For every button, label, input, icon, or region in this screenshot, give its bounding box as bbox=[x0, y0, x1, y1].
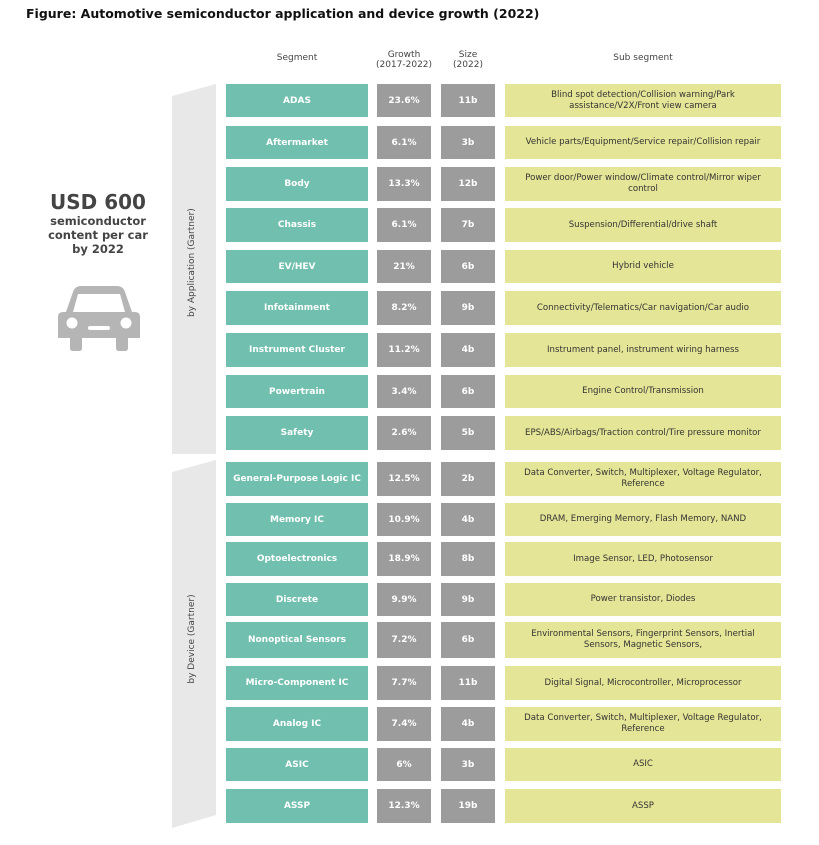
table-row: Chassis 6.1% 7b Suspension/Differential/dri… bbox=[0, 208, 819, 242]
subsegment-cell: Power transistor, Diodes bbox=[505, 583, 781, 616]
size-cell: 4b bbox=[441, 503, 495, 536]
growth-cell: 12.5% bbox=[377, 462, 431, 496]
growth-cell: 6.1% bbox=[377, 126, 431, 159]
table-row: Nonoptical Sensors 7.2% 6b Environmental Se… bbox=[0, 622, 819, 658]
size-cell: 11b bbox=[441, 666, 495, 700]
table-row: Infotainment 8.2% 9b Connectivity/Telematic… bbox=[0, 291, 819, 325]
size-cell: 9b bbox=[441, 291, 495, 325]
subsegment-cell: Engine Control/Transmission bbox=[505, 375, 781, 408]
segment-cell: General-Purpose Logic IC bbox=[226, 462, 368, 496]
table-row: Body 13.3% 12b Power door/Power window/Clim… bbox=[0, 167, 819, 201]
size-cell: 4b bbox=[441, 707, 495, 741]
growth-cell: 3.4% bbox=[377, 375, 431, 408]
segment-cell: EV/HEV bbox=[226, 250, 368, 283]
header-segment: Segment bbox=[276, 53, 318, 63]
segment-cell: Nonoptical Sensors bbox=[226, 622, 368, 658]
header-size: Size (2022) bbox=[441, 50, 495, 70]
table-row: Micro-Component IC 7.7% 11b Digital Signal,… bbox=[0, 666, 819, 700]
figure-title: Figure: Automotive semiconductor applica… bbox=[26, 6, 540, 21]
header-growth: Growth (2017-2022) bbox=[370, 50, 438, 70]
header-size-year: (2022) bbox=[453, 60, 483, 70]
subsegment-cell: Connectivity/Telematics/Car navigation/C… bbox=[505, 291, 781, 325]
segment-cell: Safety bbox=[226, 416, 368, 450]
segment-cell: Chassis bbox=[226, 208, 368, 242]
segment-cell: Discrete bbox=[226, 583, 368, 616]
segment-cell: Optoelectronics bbox=[226, 542, 368, 576]
growth-cell: 6.1% bbox=[377, 208, 431, 242]
growth-cell: 8.2% bbox=[377, 291, 431, 325]
table-row: Instrument Cluster 11.2% 4b Instrument pane… bbox=[0, 333, 819, 367]
size-cell: 8b bbox=[441, 542, 495, 576]
growth-cell: 7.7% bbox=[377, 666, 431, 700]
header-subsegment: Sub segment bbox=[613, 53, 673, 63]
table-row: Analog IC 7.4% 4b Data Converter, Switch, M… bbox=[0, 707, 819, 741]
header-growth-label: Growth bbox=[387, 50, 421, 60]
segment-cell: ASSP bbox=[226, 789, 368, 823]
size-cell: 19b bbox=[441, 789, 495, 823]
table-row: Powertrain 3.4% 6b Engine Control/Transmiss… bbox=[0, 375, 819, 408]
header-growth-period: (2017-2022) bbox=[375, 60, 433, 70]
table-row: ASIC 6% 3b ASIC bbox=[0, 748, 819, 781]
size-cell: 5b bbox=[441, 416, 495, 450]
size-cell: 6b bbox=[441, 375, 495, 408]
segment-cell: Memory IC bbox=[226, 503, 368, 536]
size-cell: 9b bbox=[441, 583, 495, 616]
growth-cell: 2.6% bbox=[377, 416, 431, 450]
subsegment-cell: Environmental Sensors, Fingerprint Senso… bbox=[505, 622, 781, 658]
subsegment-cell: Hybrid vehicle bbox=[505, 250, 781, 283]
size-cell: 6b bbox=[441, 250, 495, 283]
segment-cell: Body bbox=[226, 167, 368, 201]
growth-cell: 21% bbox=[377, 250, 431, 283]
table-row: Optoelectronics 18.9% 8b Image Sensor, LED,… bbox=[0, 542, 819, 576]
segment-cell: Infotainment bbox=[226, 291, 368, 325]
size-cell: 2b bbox=[441, 462, 495, 496]
segment-cell: Analog IC bbox=[226, 707, 368, 741]
subsegment-cell: Suspension/Differential/drive shaft bbox=[505, 208, 781, 242]
segment-cell: Aftermarket bbox=[226, 126, 368, 159]
subsegment-cell: Power door/Power window/Climate control/… bbox=[505, 167, 781, 201]
table-row: ASSP 12.3% 19b ASSP bbox=[0, 789, 819, 823]
subsegment-cell: Data Converter, Switch, Multiplexer, Vol… bbox=[505, 707, 781, 741]
subsegment-cell: ASSP bbox=[505, 789, 781, 823]
growth-cell: 12.3% bbox=[377, 789, 431, 823]
growth-cell: 9.9% bbox=[377, 583, 431, 616]
segment-cell: ASIC bbox=[226, 748, 368, 781]
size-cell: 11b bbox=[441, 84, 495, 117]
table-row: Safety 2.6% 5b EPS/ABS/Airbags/Traction con… bbox=[0, 416, 819, 450]
table-row: EV/HEV 21% 6b Hybrid vehicle bbox=[0, 250, 819, 283]
segment-cell: Instrument Cluster bbox=[226, 333, 368, 367]
subsegment-cell: Image Sensor, LED, Photosensor bbox=[505, 542, 781, 576]
size-cell: 7b bbox=[441, 208, 495, 242]
segment-cell: Micro-Component IC bbox=[226, 666, 368, 700]
table-row: Memory IC 10.9% 4b DRAM, Emerging Memory, F… bbox=[0, 503, 819, 536]
growth-cell: 7.4% bbox=[377, 707, 431, 741]
size-cell: 12b bbox=[441, 167, 495, 201]
subsegment-cell: Blind spot detection/Collision warning/P… bbox=[505, 84, 781, 117]
size-cell: 3b bbox=[441, 748, 495, 781]
subsegment-cell: Data Converter, Switch, Multiplexer, Vol… bbox=[505, 462, 781, 496]
table-row: Discrete 9.9% 9b Power transistor, Diodes bbox=[0, 583, 819, 616]
subsegment-cell: DRAM, Emerging Memory, Flash Memory, NAN… bbox=[505, 503, 781, 536]
subsegment-cell: EPS/ABS/Airbags/Traction control/Tire pr… bbox=[505, 416, 781, 450]
size-cell: 4b bbox=[441, 333, 495, 367]
segment-cell: ADAS bbox=[226, 84, 368, 117]
table-row: General-Purpose Logic IC 12.5% 2b Data Conv… bbox=[0, 462, 819, 496]
header-size-label: Size bbox=[458, 50, 478, 60]
size-cell: 3b bbox=[441, 126, 495, 159]
size-cell: 6b bbox=[441, 622, 495, 658]
subsegment-cell: Instrument panel, instrument wiring harn… bbox=[505, 333, 781, 367]
growth-cell: 6% bbox=[377, 748, 431, 781]
growth-cell: 18.9% bbox=[377, 542, 431, 576]
growth-cell: 23.6% bbox=[377, 84, 431, 117]
table-row: Aftermarket 6.1% 3b Vehicle parts/Equipment… bbox=[0, 126, 819, 159]
subsegment-cell: Vehicle parts/Equipment/Service repair/C… bbox=[505, 126, 781, 159]
table-row: ADAS 23.6% 11b Blind spot detection/Collisi… bbox=[0, 84, 819, 117]
growth-cell: 11.2% bbox=[377, 333, 431, 367]
subsegment-cell: Digital Signal, Microcontroller, Micropr… bbox=[505, 666, 781, 700]
segment-cell: Powertrain bbox=[226, 375, 368, 408]
growth-cell: 13.3% bbox=[377, 167, 431, 201]
subsegment-cell: ASIC bbox=[505, 748, 781, 781]
growth-cell: 10.9% bbox=[377, 503, 431, 536]
growth-cell: 7.2% bbox=[377, 622, 431, 658]
